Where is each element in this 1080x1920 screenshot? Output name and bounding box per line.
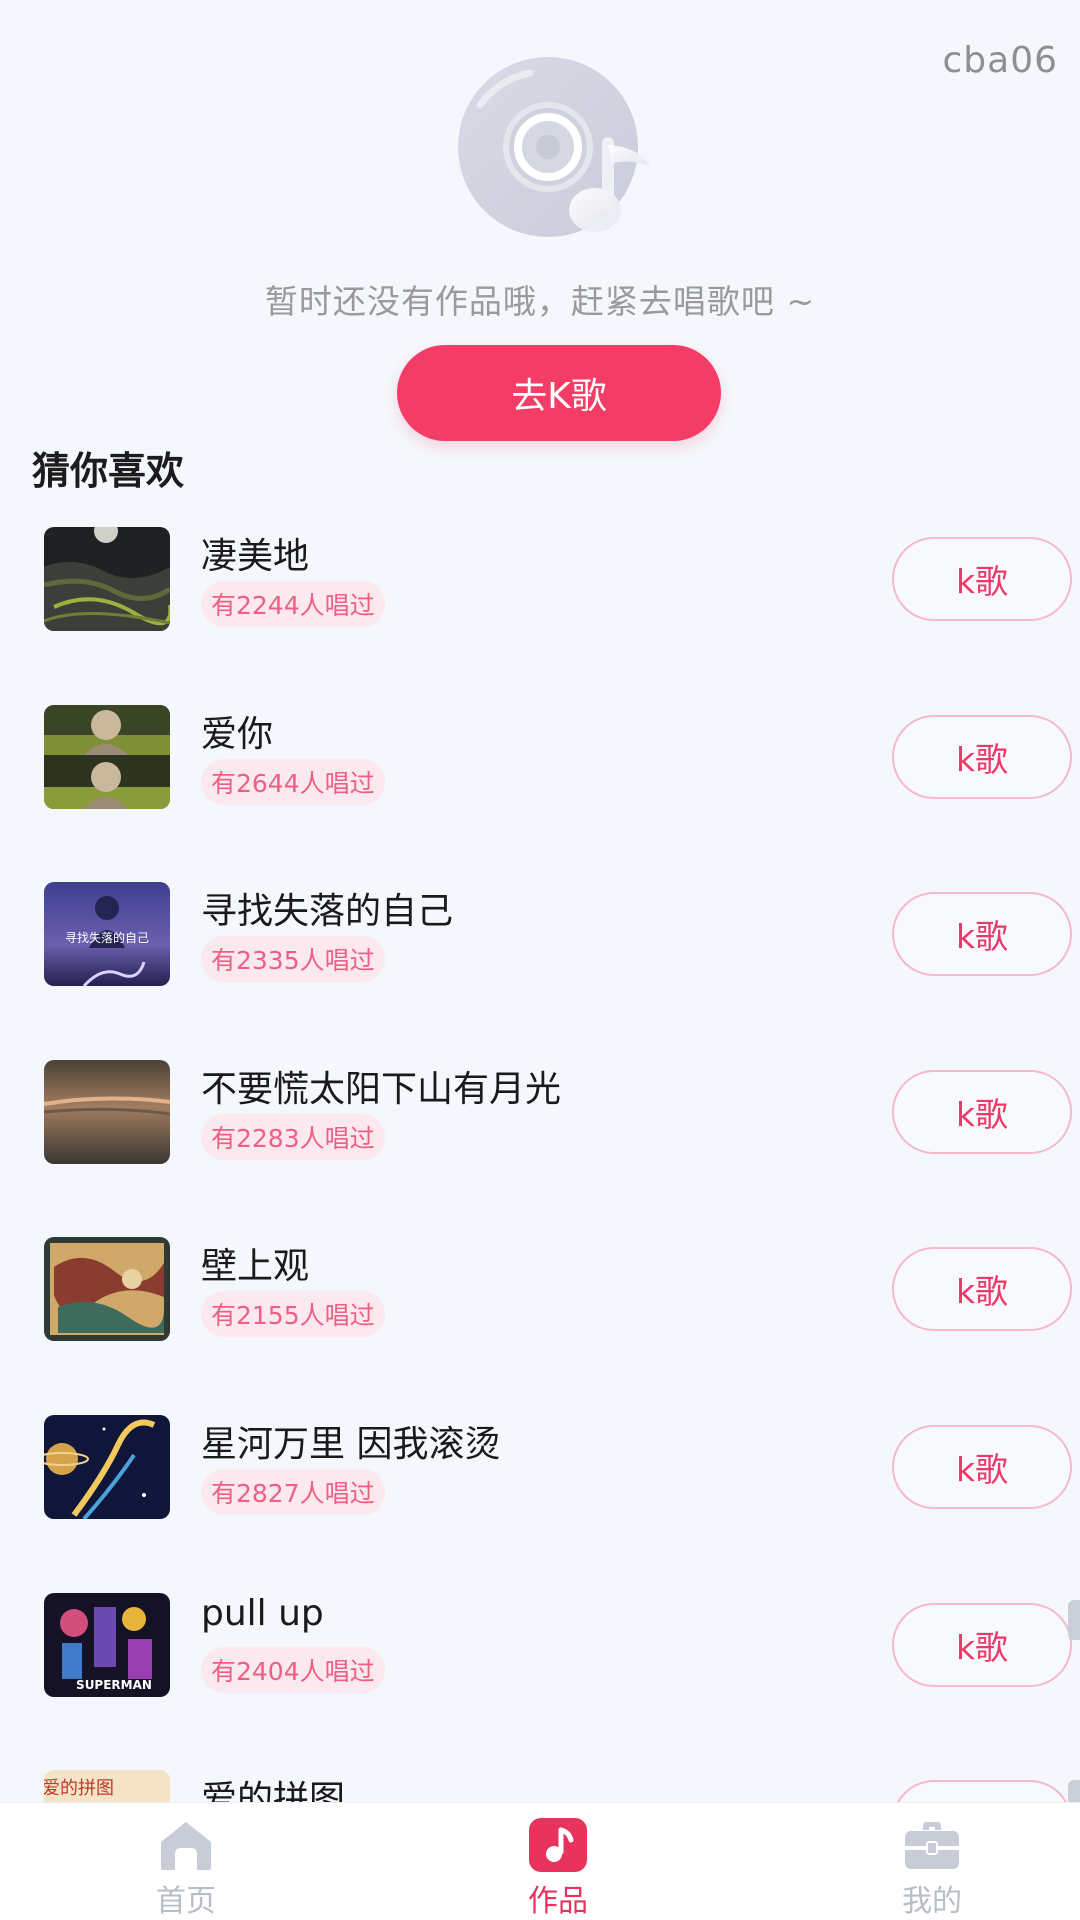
user-id-label: cba06: [942, 40, 1058, 81]
sing-button[interactable]: k歌: [892, 1424, 1072, 1509]
sung-count-badge: 有2155人唱过: [201, 1291, 385, 1338]
sung-count-badge: 有2644人唱过: [201, 758, 385, 805]
list-item[interactable]: 壁上观 有2155人唱过 k歌: [0, 1237, 1080, 1415]
sung-count-badge: 有2283人唱过: [201, 1113, 385, 1160]
sing-button[interactable]: k歌: [892, 1069, 1072, 1154]
cover-text: 寻找失落的自己: [65, 930, 149, 945]
works-page: cba06 暂时还没有作品哦，赶紧去唱歌吧 ~ 去K歌 猜你喜欢 凄美地 有22…: [0, 0, 1080, 1920]
section-title: 猜你喜欢: [32, 449, 185, 493]
bottom-tab-bar: 首页 作品 我的: [0, 1802, 1080, 1920]
tab-label: 作品: [528, 1884, 588, 1919]
sing-button[interactable]: k歌: [892, 537, 1072, 621]
sing-button[interactable]: k歌: [892, 1247, 1072, 1332]
sing-button[interactable]: k歌: [892, 714, 1072, 799]
sung-count-badge: 有2827人唱过: [201, 1468, 385, 1515]
song-cover: SUPERMAN: [44, 1592, 170, 1697]
song-cover: [44, 1414, 170, 1519]
side-handle[interactable]: [1068, 1600, 1080, 1640]
go-sing-button[interactable]: 去K歌: [397, 345, 721, 441]
tab-works[interactable]: 作品: [458, 1803, 658, 1920]
empty-state-message: 暂时还没有作品哦，赶紧去唱歌吧 ~: [264, 282, 816, 321]
tab-label: 首页: [156, 1884, 216, 1919]
song-title: pull up: [201, 1592, 324, 1634]
sing-button[interactable]: k歌: [892, 892, 1072, 977]
tab-mine[interactable]: 我的: [832, 1803, 1032, 1920]
home-icon: [161, 1822, 211, 1870]
song-title: 不要慌太阳下山有月光: [201, 1068, 562, 1110]
cover-text: 爱的拼图: [44, 1778, 114, 1799]
tab-label: 我的: [902, 1884, 962, 1919]
music-note-icon: [529, 1818, 587, 1872]
song-title: 星河万里 因我滚烫: [201, 1423, 501, 1465]
sung-count-badge: 有2404人唱过: [201, 1646, 385, 1693]
sung-count-badge: 有2335人唱过: [201, 936, 385, 983]
song-title: 爱你: [201, 713, 274, 755]
song-cover: [44, 704, 170, 809]
sung-count-badge: 有2244人唱过: [201, 581, 385, 627]
tab-home[interactable]: 首页: [86, 1803, 286, 1920]
list-item[interactable]: 不要慌太阳下山有月光 有2283人唱过 k歌: [0, 1059, 1080, 1238]
song-cover: [44, 527, 170, 631]
list-item[interactable]: 凄美地 有2244人唱过 k歌: [0, 527, 1080, 705]
list-item[interactable]: SUPERMAN pull up 有2404人唱过 k歌: [0, 1592, 1080, 1771]
song-cover: [44, 1059, 170, 1164]
list-item[interactable]: 星河万里 因我滚烫 有2827人唱过 k歌: [0, 1414, 1080, 1593]
song-title: 凄美地: [201, 536, 310, 577]
song-title: 寻找失落的自己: [201, 891, 454, 933]
song-title: 壁上观: [201, 1246, 310, 1288]
list-item[interactable]: 爱你 有2644人唱过 k歌: [0, 704, 1080, 883]
list-item[interactable]: 寻找失落的自己 寻找失落的自己 有2335人唱过 k歌: [0, 882, 1080, 1060]
vinyl-record-icon: [458, 57, 650, 237]
sing-button[interactable]: k歌: [892, 1602, 1072, 1687]
cover-text: SUPERMAN: [76, 1678, 152, 1692]
song-cover: 寻找失落的自己: [44, 882, 170, 987]
song-list: 凄美地 有2244人唱过 k歌 爱你 有2644人唱过 k歌 寻找失落的自己 寻…: [0, 527, 1080, 1920]
song-cover: [44, 1237, 170, 1342]
toolbox-icon: [905, 1822, 959, 1869]
